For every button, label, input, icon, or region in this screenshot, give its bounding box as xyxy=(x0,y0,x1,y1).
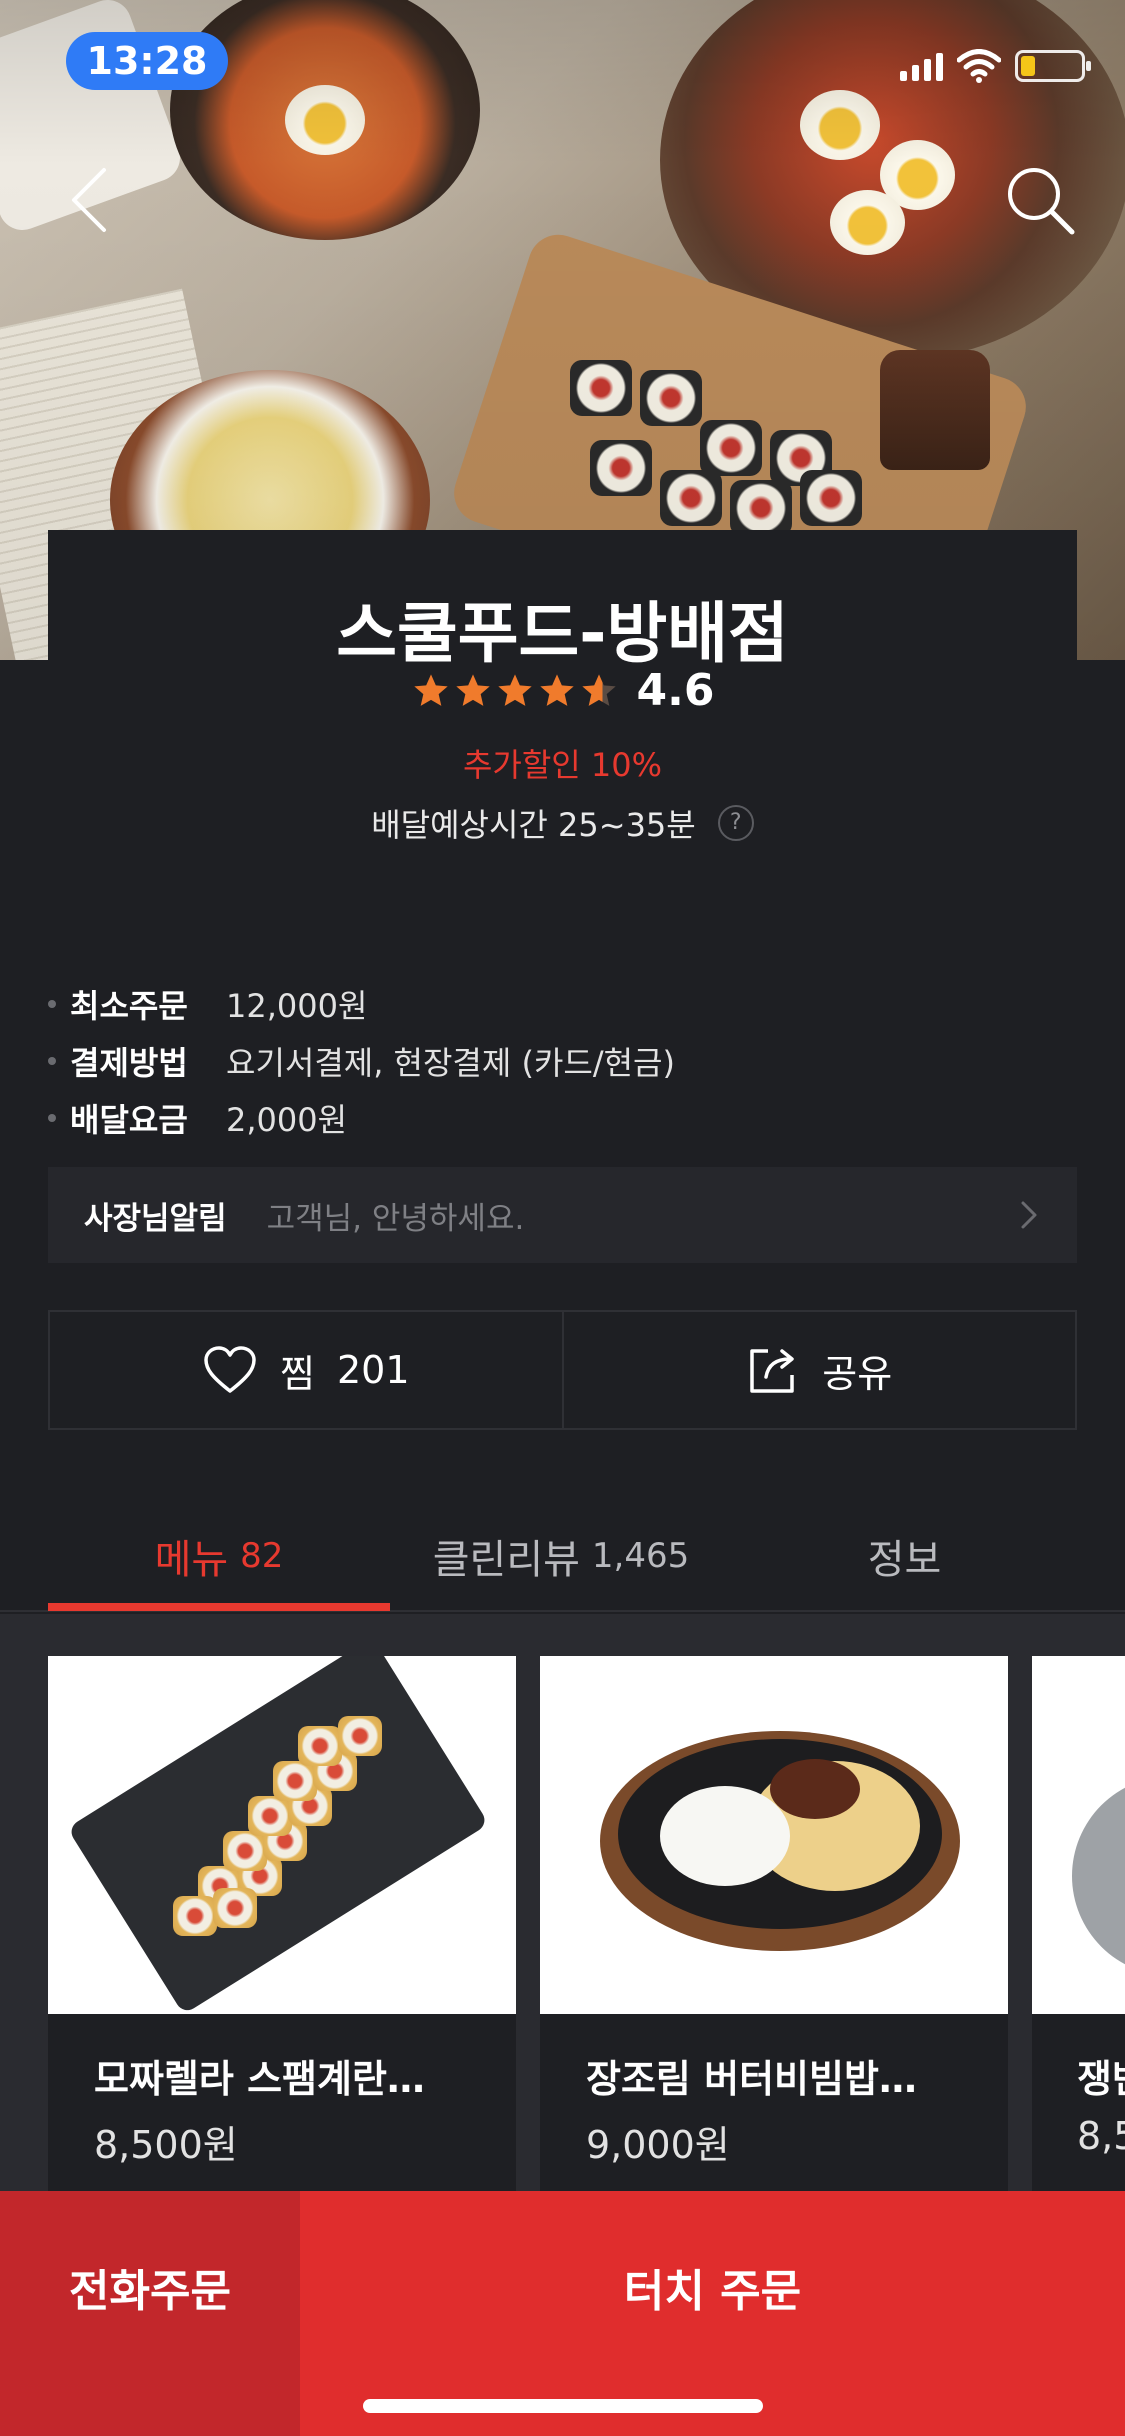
search-icon[interactable] xyxy=(1000,160,1080,240)
half-star-icon xyxy=(581,673,616,706)
menu-item-name: 모짜렐라 스팸계란… xyxy=(94,2057,425,2101)
info-value: 2,000원 xyxy=(226,1100,348,1139)
menu-item-image xyxy=(1032,1656,1125,2014)
share-button[interactable]: 공유 xyxy=(561,1312,1076,1428)
menu-card[interactable]: 장조림 버터비빔밥… 9,000원 xyxy=(540,1656,1008,2194)
menu-item-price: 8,500원 xyxy=(94,2123,238,2167)
notice-message: 고객님, 안녕하세요. xyxy=(266,1200,525,1237)
info-value: 요기서결제, 현장결제 (카드/현금) xyxy=(226,1043,675,1082)
bullet xyxy=(48,1113,56,1122)
favorite-count: 201 xyxy=(336,1348,410,1392)
tab-count: 1,465 xyxy=(591,1536,690,1576)
home-indicator[interactable] xyxy=(363,2399,763,2413)
notice-title: 사장님알림 xyxy=(84,1200,227,1237)
delivery-eta: 배달예상시간 25~35분 ? xyxy=(48,800,1077,846)
menu-item-image xyxy=(48,1656,516,2014)
bullet xyxy=(48,999,56,1008)
heart-icon xyxy=(204,1346,256,1393)
owner-notice[interactable]: 사장님알림 고객님, 안녕하세요. xyxy=(48,1167,1077,1263)
share-label: 공유 xyxy=(822,1351,893,1396)
menu-card[interactable]: 모짜렐라 스팸계란… 8,500원 xyxy=(48,1656,516,2194)
star-icon xyxy=(539,673,574,706)
rating-stars xyxy=(411,671,619,711)
tab-label: 메뉴 xyxy=(154,1537,229,1583)
info-label: 결제방법 xyxy=(70,1043,188,1082)
menu-item-name: 장조림 버터비빔밥… xyxy=(586,2057,917,2101)
share-icon xyxy=(750,1349,795,1393)
menu-carousel[interactable]: 모짜렐라 스팸계란… 8,500원 장조림 버터비빔밥… 9,000원 쟁반 8… xyxy=(0,1614,1125,2194)
tab-label: 정보 xyxy=(867,1537,942,1583)
tab-clean-review[interactable]: 클린리뷰 1,465 xyxy=(390,1500,732,1612)
star-icon xyxy=(413,673,448,706)
info-row-payment: 결제방법 요기서결제, 현장결제 (카드/현금) xyxy=(48,1032,675,1089)
store-info-list: 최소주문 12,000원 결제방법 요기서결제, 현장결제 (카드/현금) 배달… xyxy=(48,975,675,1146)
phone-order-button[interactable]: 전화주문 xyxy=(0,2191,300,2436)
info-value: 12,000원 xyxy=(226,986,368,1025)
menu-item-name: 쟁반 xyxy=(1077,2057,1125,2101)
favorite-label: 찜 xyxy=(280,1351,315,1396)
info-row-delivery-fee: 배달요금 2,000원 xyxy=(48,1089,675,1146)
menu-item-price: 9,000원 xyxy=(586,2123,730,2167)
tab-menu[interactable]: 메뉴 82 xyxy=(48,1500,390,1612)
active-tab-indicator xyxy=(48,1603,390,1611)
signal-icon xyxy=(900,51,943,81)
discount-label: 추가할인 10% xyxy=(462,746,663,784)
tab-label: 클린리뷰 xyxy=(432,1537,580,1583)
wifi-icon xyxy=(957,49,1001,83)
info-label: 배달요금 xyxy=(70,1100,188,1139)
chevron-right-icon xyxy=(1021,1201,1037,1229)
tab-bar: 메뉴 82 클린리뷰 1,465 정보 xyxy=(0,1500,1125,1612)
bullet xyxy=(48,1056,56,1065)
info-row-min-order: 최소주문 12,000원 xyxy=(48,975,675,1032)
status-icons xyxy=(900,46,1091,86)
star-icon xyxy=(455,673,490,706)
action-bar: 찜 201 공유 xyxy=(48,1310,1077,1430)
info-label: 최소주문 xyxy=(70,986,188,1025)
status-time: 13:28 xyxy=(66,32,228,90)
star-icon xyxy=(497,673,532,706)
menu-item-price: 8,5 xyxy=(1077,2114,1125,2158)
store-header-card: 스쿨푸드-방배점 4.6 추가할인 10% 배달예상시간 25~35분 ? xyxy=(48,530,1077,930)
menu-card[interactable]: 쟁반 8,5 xyxy=(1032,1656,1125,2194)
tab-info[interactable]: 정보 xyxy=(732,1500,1077,1612)
delivery-eta-text: 배달예상시간 25~35분 xyxy=(371,806,696,844)
favorite-button[interactable]: 찜 201 xyxy=(50,1312,562,1428)
rating-row: 4.6 xyxy=(48,665,1077,716)
store-name: 스쿨푸드-방배점 xyxy=(336,595,789,672)
rating-value: 4.6 xyxy=(636,665,715,716)
tab-count: 82 xyxy=(240,1536,284,1576)
menu-item-image xyxy=(540,1656,1008,2014)
battery-icon xyxy=(1015,50,1091,82)
back-arrow-icon[interactable] xyxy=(60,160,120,240)
help-icon[interactable]: ? xyxy=(717,805,754,841)
